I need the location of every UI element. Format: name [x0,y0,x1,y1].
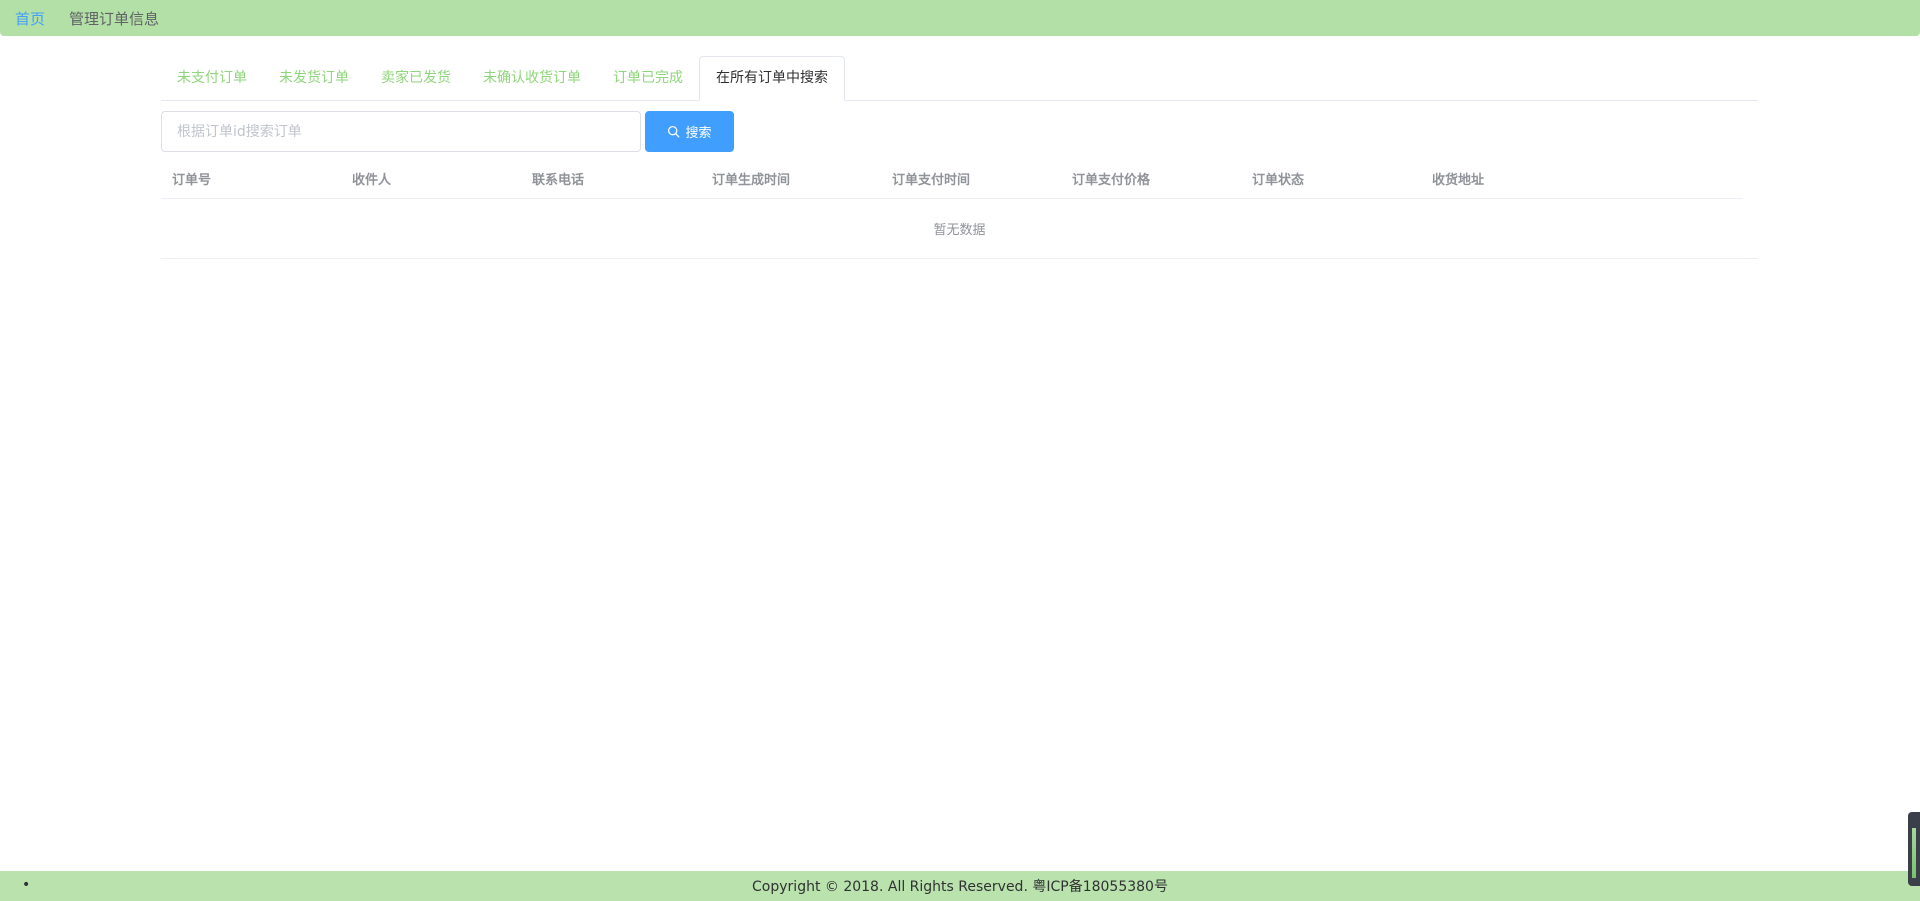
tab-unconfirmed-receipt[interactable]: 未确认收货订单 [467,57,597,100]
breadcrumb-home-link[interactable]: 首页 [15,8,45,29]
column-header-paid-time[interactable]: 订单支付时间 [881,169,1061,188]
tab-completed-orders[interactable]: 订单已完成 [597,57,699,100]
side-widget-level-icon [1912,828,1916,878]
search-input[interactable] [161,111,641,152]
search-icon [668,125,680,138]
footer: • Copyright © 2018. All Rights Reserved.… [0,871,1920,901]
footer-bullet: • [22,877,31,893]
column-header-created-time[interactable]: 订单生成时间 [701,169,881,188]
search-bar: 搜索 [161,111,734,152]
side-widget-handle[interactable] [1908,812,1920,886]
table-empty-state: 暂无数据 [161,199,1758,259]
table-header: 订单号 收件人 联系电话 订单生成时间 订单支付时间 订单支付价格 订单状态 收… [161,159,1743,199]
orders-table: 订单号 收件人 联系电话 订单生成时间 订单支付时间 订单支付价格 订单状态 收… [161,159,1758,259]
footer-copyright: Copyright © 2018. All Rights Reserved. 粤… [752,879,1168,895]
tab-search-all-orders[interactable]: 在所有订单中搜索 [699,56,845,101]
empty-text: 暂无数据 [933,223,986,238]
column-header-status[interactable]: 订单状态 [1241,169,1421,188]
search-button[interactable]: 搜索 [645,111,734,152]
tab-unshipped-orders[interactable]: 未发货订单 [263,57,365,100]
tab-unpaid-orders[interactable]: 未支付订单 [161,57,263,100]
column-header-address[interactable]: 收货地址 [1421,169,1601,188]
breadcrumb-current: 管理订单信息 [69,9,160,28]
order-tabs: 未支付订单 未发货订单 卖家已发货 未确认收货订单 订单已完成 在所有订单中搜索 [161,56,1758,101]
column-header-recipient[interactable]: 收件人 [341,169,521,188]
column-header-phone[interactable]: 联系电话 [521,169,701,188]
column-header-order-id[interactable]: 订单号 [161,169,341,188]
column-header-paid-price[interactable]: 订单支付价格 [1061,169,1241,188]
search-button-label: 搜索 [685,126,712,141]
breadcrumb: 首页 管理订单信息 [0,0,1920,36]
tab-seller-shipped[interactable]: 卖家已发货 [365,57,467,100]
